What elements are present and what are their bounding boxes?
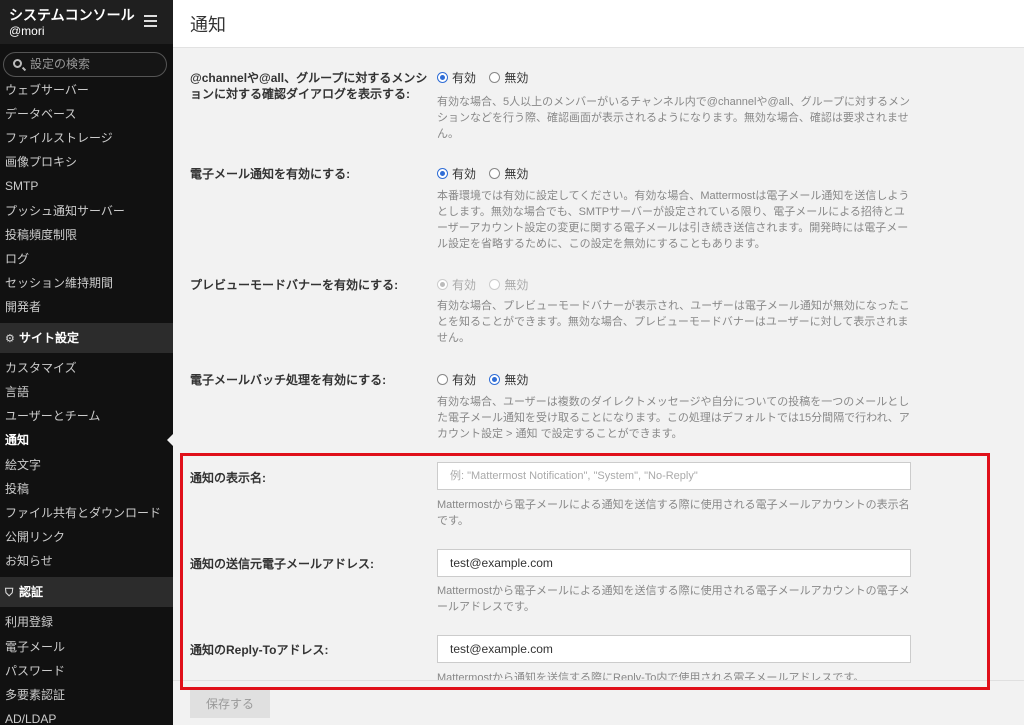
- radio-icon[interactable]: [489, 72, 501, 83]
- setting-help-email-notify: 本番環境では有効に設定してください。有効な場合、Mattermostは電子メール…: [437, 190, 910, 250]
- username: @mori: [9, 24, 45, 38]
- setting-help-email-batch: 有効な場合、ユーザーは複数のダイレクトメッセージや自分についての投稿を一つのメー…: [437, 396, 910, 440]
- sidebar-section-auth: ⛉ 認証: [0, 577, 173, 607]
- radio-option-enabled[interactable]: 有効: [437, 167, 476, 181]
- sidebar-item-posts[interactable]: 投稿: [0, 478, 173, 500]
- page-header: 通知: [173, 0, 1024, 48]
- option-label: 無効: [504, 167, 529, 181]
- option-label: 有効: [452, 167, 477, 181]
- radio-selected-icon[interactable]: [437, 168, 448, 179]
- radio-group-preview-banner: 有効 無効: [437, 277, 538, 293]
- radio-selected-icon[interactable]: [437, 72, 448, 83]
- sidebar-item-announcement[interactable]: お知らせ: [0, 550, 173, 572]
- setting-label-preview-banner: プレビューモードバナーを有効にする:: [190, 278, 399, 292]
- radio-icon[interactable]: [489, 168, 501, 179]
- sidebar-item-webserver[interactable]: ウェブサーバー: [0, 79, 173, 101]
- radio-icon: [489, 279, 501, 290]
- option-label: 有効: [452, 373, 477, 387]
- sidebar-item-smtp[interactable]: SMTP: [0, 175, 173, 197]
- menu-icon[interactable]: [144, 15, 157, 30]
- page-title: 通知: [190, 15, 226, 35]
- sidebar-item-public-links[interactable]: 公開リンク: [0, 526, 173, 548]
- setting-label-confirm-dialog: @channelや@all、グループに対するメンションに対する確認ダイアログを表…: [190, 71, 428, 101]
- sidebar-item-rate-limit[interactable]: 投稿頻度制限: [0, 224, 173, 246]
- option-label: 無効: [504, 278, 529, 292]
- sidebar-item-customize[interactable]: カスタマイズ: [0, 357, 173, 379]
- sidebar-item-mfa[interactable]: 多要素認証: [0, 684, 173, 706]
- sidebar-item-image-proxy[interactable]: 画像プロキシ: [0, 151, 173, 173]
- highlight-box: [180, 453, 990, 690]
- setting-help-preview-banner: 有効な場合、プレビューモードバナーが表示され、ユーザーは電子メール通知が無効にな…: [437, 300, 910, 344]
- sidebar-item-emoji[interactable]: 絵文字: [0, 454, 173, 476]
- sidebar-item-password[interactable]: パスワード: [0, 660, 173, 682]
- option-label: 有効: [452, 71, 477, 85]
- sidebar-item-email[interactable]: 電子メール: [0, 636, 173, 658]
- radio-option-disabled[interactable]: 無効: [489, 71, 528, 85]
- sidebar-item-signup[interactable]: 利用登録: [0, 611, 173, 633]
- radio-option-enabled[interactable]: 有効: [437, 373, 476, 387]
- radio-option-enabled[interactable]: 有効: [437, 71, 476, 85]
- radio-option-disabled: 無効: [489, 278, 528, 292]
- sidebar-item-file-sharing[interactable]: ファイル共有とダウンロード: [0, 502, 173, 524]
- sidebar: システムコンソール @mori 設定の検索 ウェブサーバー データベース ファイ…: [0, 0, 173, 725]
- sidebar-item-developer[interactable]: 開発者: [0, 296, 173, 318]
- search-placeholder: 設定の検索: [30, 57, 91, 71]
- sidebar-item-users-teams[interactable]: ユーザーとチーム: [0, 405, 173, 427]
- sidebar-header: システムコンソール @mori: [0, 0, 173, 44]
- sidebar-item-logs[interactable]: ログ: [0, 248, 173, 270]
- sidebar-section-site: ⚙ サイト設定: [0, 323, 173, 353]
- radio-option-disabled[interactable]: 無効: [489, 373, 528, 387]
- radio-group-email-notify: 有効 無効: [437, 166, 538, 182]
- search-input[interactable]: 設定の検索: [3, 52, 167, 77]
- section-label: 認証: [19, 585, 44, 599]
- shield-icon: ⛉: [5, 587, 14, 599]
- console-title: システムコンソール: [9, 7, 135, 23]
- sidebar-item-language[interactable]: 言語: [0, 381, 173, 403]
- sidebar-item-notifications[interactable]: 通知: [0, 429, 173, 451]
- sidebar-item-push-server[interactable]: プッシュ通知サーバー: [0, 200, 173, 222]
- sidebar-item-ldap[interactable]: AD/LDAP: [0, 708, 173, 725]
- radio-selected-icon[interactable]: [489, 374, 501, 385]
- option-label: 有効: [452, 278, 477, 292]
- save-button[interactable]: 保存する: [190, 690, 270, 718]
- gears-icon: ⚙: [5, 333, 15, 345]
- radio-option-enabled: 有効: [437, 278, 476, 292]
- option-label: 無効: [504, 71, 529, 85]
- radio-group-email-batch: 有効 無効: [437, 372, 538, 388]
- setting-label-email-batch: 電子メールバッチ処理を有効にする:: [190, 373, 387, 387]
- sidebar-item-database[interactable]: データベース: [0, 103, 173, 125]
- sidebar-item-session[interactable]: セッション維持期間: [0, 272, 173, 294]
- radio-option-disabled[interactable]: 無効: [489, 167, 528, 181]
- radio-selected-icon: [437, 279, 448, 290]
- search-icon: [13, 59, 22, 68]
- section-label: サイト設定: [19, 331, 80, 345]
- option-label: 無効: [504, 373, 529, 387]
- radio-icon[interactable]: [437, 374, 448, 385]
- radio-group-confirm-dialog: 有効 無効: [437, 70, 538, 86]
- setting-help-confirm-dialog: 有効な場合、5人以上のメンバーがいるチャンネル内で@channelや@all、グ…: [437, 96, 910, 140]
- sidebar-item-file-storage[interactable]: ファイルストレージ: [0, 127, 173, 149]
- setting-label-email-notify: 電子メール通知を有効にする:: [190, 167, 351, 181]
